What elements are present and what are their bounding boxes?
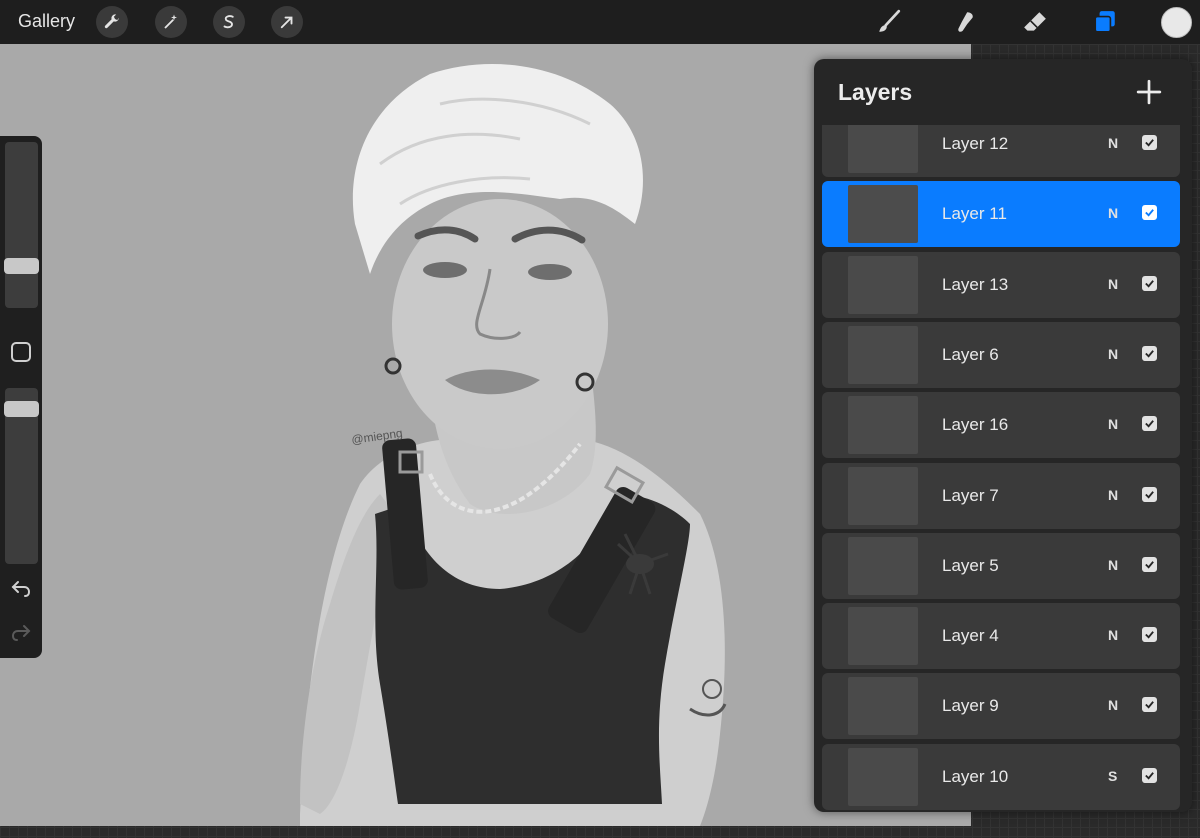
layer-visibility-checkbox[interactable]: [1142, 135, 1157, 150]
brush-tool[interactable]: [873, 6, 905, 38]
checkmark-icon: [1145, 701, 1154, 709]
layer-thumbnail[interactable]: [848, 677, 918, 736]
layer-name: Layer 9: [942, 696, 999, 716]
layer-name: Layer 10: [942, 766, 1009, 786]
layer-visibility-checkbox[interactable]: [1142, 275, 1157, 291]
layer-thumbnail[interactable]: [848, 747, 918, 806]
top-toolbar: Gallery: [0, 0, 1200, 44]
layer-row[interactable]: Layer 4 N: [822, 603, 1180, 670]
layers-icon: [1094, 11, 1115, 33]
layer-visibility-checkbox[interactable]: [1142, 627, 1157, 643]
magic-wand-icon: [164, 14, 177, 29]
layer-row[interactable]: Layer 12 N: [822, 125, 1180, 177]
selection-icon: [223, 15, 234, 29]
blend-mode-button[interactable]: N: [1108, 627, 1118, 643]
layer-thumbnail[interactable]: [848, 255, 918, 314]
layer-row[interactable]: Layer 9 N: [822, 673, 1180, 740]
redo-icon[interactable]: [9, 620, 33, 644]
checkmark-icon: [1145, 560, 1154, 569]
blend-mode-button[interactable]: N: [1108, 205, 1118, 221]
opacity-thumb[interactable]: [4, 400, 39, 417]
smudge-tool[interactable]: [949, 6, 981, 38]
checkmark-icon: [1145, 350, 1154, 358]
layer-thumbnail[interactable]: [848, 325, 918, 384]
color-picker-swatch[interactable]: [1161, 7, 1192, 38]
undo-icon[interactable]: [9, 576, 33, 600]
layer-list: Layer 12 N Layer 11 N Layer 13 N Layer 6 N Layer…: [814, 125, 1192, 812]
smudge-icon: [958, 12, 973, 32]
selection-button[interactable]: [213, 6, 245, 38]
blend-mode-button[interactable]: N: [1108, 416, 1118, 432]
layer-name: Layer 6: [942, 344, 999, 364]
transform-arrow-icon: [280, 16, 293, 29]
layer-thumbnail[interactable]: [848, 607, 918, 666]
layer-visibility-checkbox[interactable]: [1142, 486, 1157, 502]
adjustments-button[interactable]: [155, 6, 187, 38]
checkmark-icon: [1145, 139, 1154, 147]
actions-button[interactable]: [96, 6, 128, 38]
layer-visibility-checkbox[interactable]: [1142, 767, 1157, 783]
layer-visibility-checkbox[interactable]: [1142, 416, 1157, 432]
blend-mode-button[interactable]: N: [1108, 557, 1118, 573]
blend-mode-button[interactable]: N: [1108, 276, 1118, 292]
checkmark-icon: [1145, 771, 1154, 780]
gallery-button[interactable]: Gallery: [18, 11, 75, 32]
layer-name: Layer 12: [942, 134, 1009, 153]
layer-visibility-checkbox[interactable]: [1142, 697, 1157, 713]
layer-row[interactable]: Layer 10 S: [822, 743, 1180, 810]
layer-name: Layer 7: [942, 485, 999, 505]
blend-mode-button[interactable]: N: [1108, 697, 1118, 713]
layers-panel: Layers Layer 12 N Layer 11 N Layer 13 N Layer …: [814, 59, 1192, 812]
layer-row[interactable]: Layer 7 N: [822, 462, 1180, 529]
checkmark-icon: [1145, 279, 1154, 288]
brush-size-thumb[interactable]: [4, 257, 39, 274]
modify-button[interactable]: [11, 342, 31, 362]
blend-mode-button[interactable]: N: [1108, 135, 1118, 151]
layer-row[interactable]: Layer 13 N: [822, 251, 1180, 318]
layer-visibility-checkbox[interactable]: [1142, 345, 1157, 361]
layer-visibility-checkbox[interactable]: [1142, 205, 1157, 221]
brush-size-slider[interactable]: [5, 142, 38, 308]
layer-name: Layer 13: [942, 274, 1009, 294]
checkmark-icon: [1145, 490, 1154, 499]
eraser-tool[interactable]: [1019, 6, 1051, 38]
layer-visibility-checkbox[interactable]: [1142, 556, 1157, 572]
layer-row[interactable]: Layer 5 N: [822, 532, 1180, 599]
layers-panel-title: Layers: [838, 79, 913, 105]
blend-mode-button[interactable]: N: [1108, 487, 1118, 503]
layer-row[interactable]: Layer 11 N: [822, 181, 1180, 248]
left-sidebar: [0, 136, 42, 658]
wrench-icon: [104, 14, 119, 29]
blend-mode-button[interactable]: N: [1108, 346, 1118, 362]
layer-thumbnail[interactable]: [848, 536, 918, 595]
layer-name: Layer 5: [942, 555, 999, 575]
checkmark-icon: [1145, 209, 1154, 217]
blend-mode-button[interactable]: S: [1108, 768, 1117, 784]
checkmark-icon: [1145, 420, 1154, 428]
checkmark-icon: [1145, 631, 1154, 639]
layer-name: Layer 16: [942, 415, 1009, 435]
layer-row[interactable]: Layer 16 N: [822, 392, 1180, 459]
layer-thumbnail[interactable]: [848, 466, 918, 525]
layer-thumbnail[interactable]: [848, 185, 918, 244]
transform-button[interactable]: [271, 6, 303, 38]
layer-thumbnail[interactable]: [848, 125, 918, 173]
eraser-icon: [1024, 12, 1046, 31]
layer-row[interactable]: Layer 6 N: [822, 321, 1180, 388]
layer-name: Layer 4: [942, 626, 999, 646]
brush-icon: [879, 9, 901, 32]
layer-name: Layer 11: [942, 204, 1007, 224]
layers-tool[interactable]: [1089, 6, 1121, 38]
add-layer-icon[interactable]: [1136, 79, 1162, 105]
layer-thumbnail[interactable]: [848, 396, 918, 455]
